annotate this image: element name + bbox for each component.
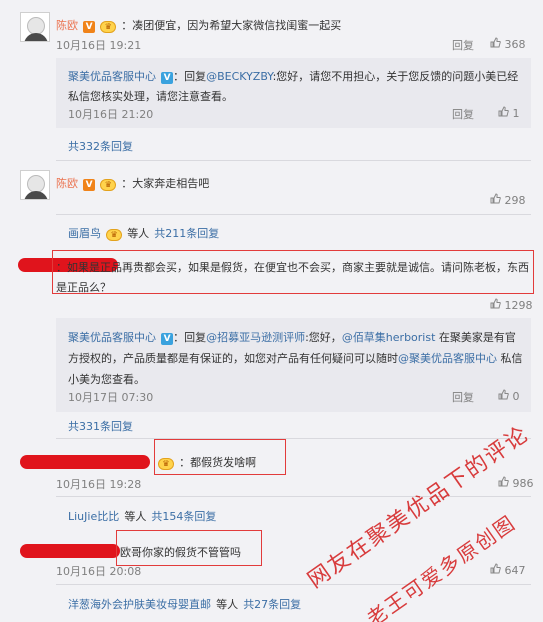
like-count: 0 [512, 390, 520, 403]
like-button[interactable]: 647 [490, 563, 526, 577]
comment-author[interactable]: 陈欧 [56, 19, 78, 32]
divider [56, 214, 531, 215]
more-replies-link[interactable]: 共27条回复 [243, 598, 301, 611]
thumbs-up-icon [490, 298, 501, 309]
verified-icon: V [83, 179, 96, 191]
mention-link[interactable]: @招募亚马逊测评师 [206, 331, 305, 344]
verified-icon: V [83, 21, 96, 33]
replier-name[interactable]: 洋葱海外会护肤美妆母婴直邮 [68, 598, 211, 611]
comment-line: ♛ ：都假货发啥啊 [158, 451, 256, 470]
user-avatar[interactable] [20, 170, 50, 200]
replier-name[interactable]: LiuJie比比 [68, 510, 119, 523]
like-button[interactable]: 298 [490, 193, 526, 207]
reply-button[interactable]: 回复 [452, 37, 474, 53]
weibo-comment-thread: 陈欧 V ♛ ：凑团便宜，因为希望大家微信找闺蜜一起买 10月16日 19:21… [0, 0, 543, 622]
divider [56, 438, 531, 439]
replier-summary: 洋葱海外会护肤美妆母婴直邮 等人 共27条回复 [68, 598, 302, 611]
verified-icon: V [161, 333, 174, 345]
reply-button[interactable]: 回复 [452, 389, 474, 405]
reply-content: 聚美优品客服中心 V ：回复@BECKYZBY:您好，请您不用担心，关于您反馈的问… [68, 66, 523, 106]
reply-prefix: ：回复 [173, 70, 207, 83]
comment-time: 10月16日 19:21 [56, 39, 142, 52]
more-replies-link[interactable]: 共211条回复 [154, 227, 219, 240]
thumbs-up-icon [490, 193, 501, 204]
vip-crown-icon: ♛ [106, 229, 123, 241]
verified-icon: V [161, 72, 174, 84]
replier-summary: LiuJie比比 等人 共154条回复 [68, 510, 217, 523]
comment-text: 欧哥你家的假货不管管吗 [120, 546, 241, 559]
vip-crown-icon: ♛ [100, 179, 117, 191]
redacted-username [20, 544, 120, 558]
replier-name[interactable]: 画眉鸟 [68, 227, 101, 240]
like-count: 1 [512, 107, 520, 120]
like-button[interactable]: 1298 [490, 298, 533, 312]
mention-link[interactable]: @聚美优品客服中心 [398, 352, 497, 365]
like-count: 986 [512, 477, 534, 490]
more-replies-link[interactable]: 共154条回复 [151, 510, 216, 523]
reply-time: 10月16日 21:20 [68, 108, 154, 121]
comment-time: 10月16日 19:28 [56, 478, 142, 491]
comment-author[interactable]: 陈欧 [56, 177, 78, 190]
thumbs-up-icon [490, 563, 501, 574]
comment-text: ：如果是正品再贵都会买，如果是假货，在便宜也不会买，商家主要就是诚信。请问陈老板… [56, 261, 529, 294]
like-count: 647 [504, 564, 526, 577]
comment-text: ：大家奔走相告吧 [121, 177, 210, 190]
like-button[interactable]: 986 [498, 476, 534, 490]
reply-author[interactable]: 聚美优品客服中心 [68, 331, 156, 344]
mention-link[interactable]: @佰草集herborist [342, 331, 436, 344]
like-button[interactable]: 1 [498, 106, 520, 120]
mention-link[interactable]: @BECKYZBY [206, 70, 272, 83]
comment-text: ：凑团便宜，因为希望大家微信找闺蜜一起买 [121, 19, 342, 32]
comment-line: 欧哥你家的假货不管管吗 [120, 541, 241, 560]
divider [56, 496, 531, 497]
vip-crown-icon: ♛ [158, 458, 174, 470]
user-avatar[interactable] [20, 12, 50, 42]
vip-crown-icon: ♛ [100, 21, 117, 33]
like-count: 1298 [504, 299, 533, 312]
redacted-username [20, 455, 150, 469]
like-count: 298 [504, 194, 526, 207]
thumbs-up-icon [498, 476, 509, 487]
like-button[interactable]: 0 [498, 389, 520, 403]
reply-time: 10月17日 07:30 [68, 391, 154, 404]
comment-time: 10月16日 20:08 [56, 565, 142, 578]
comment-text: ：都假货发啥啊 [179, 456, 257, 469]
thumbs-up-icon [498, 389, 509, 400]
replier-summary: 画眉鸟 ♛ 等人 共211条回复 [68, 227, 220, 241]
more-replies-link[interactable]: 共332条回复 [68, 138, 133, 154]
reply-author[interactable]: 聚美优品客服中心 [68, 70, 156, 83]
comment-line: 陈欧 V ♛ ：凑团便宜，因为希望大家微信找闺蜜一起买 [56, 14, 341, 33]
divider [56, 584, 531, 585]
like-count: 368 [504, 38, 526, 51]
comment-line: 陈欧 V ♛ ：大家奔走相告吧 [56, 172, 209, 191]
more-replies-link[interactable]: 共331条回复 [68, 418, 133, 434]
divider [56, 160, 531, 161]
thumbs-up-icon [490, 37, 501, 48]
reply-button[interactable]: 回复 [452, 106, 474, 122]
like-button[interactable]: 368 [490, 37, 526, 51]
reply-content: 聚美优品客服中心 V ：回复@招募亚马逊测评师:您好，@佰草集herborist … [68, 331, 523, 386]
thumbs-up-icon [498, 106, 509, 117]
